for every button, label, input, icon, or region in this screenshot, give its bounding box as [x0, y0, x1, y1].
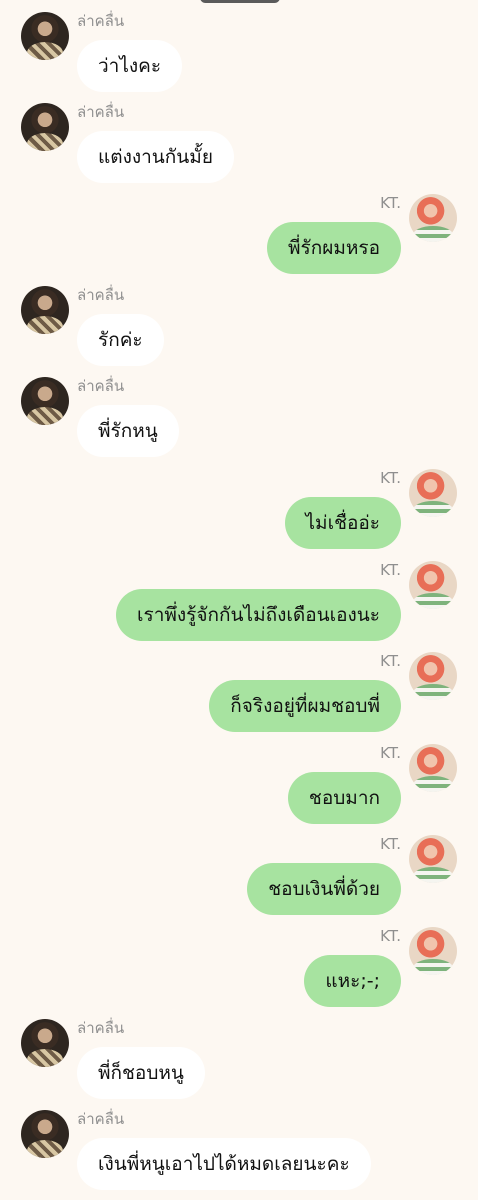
contact-avatar-left[interactable] [21, 1110, 69, 1158]
contact-avatar-right[interactable] [409, 744, 457, 792]
incoming-message-bubble[interactable]: ว่าไงคะ [77, 40, 183, 92]
sender-name-left: ล่าคลื่น [77, 1019, 125, 1037]
outgoing-message-bubble[interactable]: ไม่เชื่ออ่ะ [284, 497, 401, 549]
sender-name-left: ล่าคลื่น [77, 12, 125, 30]
contact-avatar-left[interactable] [21, 286, 69, 334]
outgoing-message-bubble[interactable]: ชอบมาก [287, 772, 401, 824]
contact-avatar-right[interactable] [409, 561, 457, 609]
sender-name-right: KT. [380, 835, 401, 853]
outgoing-message-bubble[interactable]: เราพึ่งรู้จักกันไม่ถึงเดือนเองนะ [116, 589, 401, 641]
contact-avatar-right[interactable] [409, 927, 457, 975]
sender-name-left: ล่าคลื่น [77, 286, 125, 304]
incoming-message-bubble[interactable]: แต่งงานกันมั้ย [77, 131, 234, 183]
sender-name-left: ล่าคลื่น [77, 377, 125, 395]
sender-name-right: KT. [380, 652, 401, 670]
contact-avatar-right[interactable] [409, 469, 457, 517]
contact-avatar-left[interactable] [21, 377, 69, 425]
sender-name-left: ล่าคลื่น [77, 1110, 125, 1128]
sender-name-right: KT. [380, 561, 401, 579]
incoming-message-bubble[interactable]: รักค่ะ [77, 314, 164, 366]
outgoing-message-bubble[interactable]: แหะ;-; [304, 955, 401, 1007]
contact-avatar-right[interactable] [409, 194, 457, 242]
sender-name-right: KT. [380, 744, 401, 762]
top-handle [200, 0, 280, 3]
contact-avatar-left[interactable] [21, 12, 69, 60]
incoming-message-bubble[interactable]: เงินพี่หนูเอาไปได้หมดเลยนะคะ [77, 1138, 371, 1190]
outgoing-message-bubble[interactable]: พี่รักผมหรอ [266, 222, 401, 274]
contact-avatar-right[interactable] [409, 652, 457, 700]
contact-avatar-left[interactable] [21, 103, 69, 151]
outgoing-message-bubble[interactable]: ก็จริงอยู่ที่ผมชอบพี่ [209, 680, 401, 732]
sender-name-right: KT. [380, 194, 401, 212]
incoming-message-bubble[interactable]: พี่ก็ชอบหนู [77, 1047, 205, 1099]
sender-name-right: KT. [380, 469, 401, 487]
incoming-message-bubble[interactable]: พี่รักหนู [77, 405, 179, 457]
outgoing-message-bubble[interactable]: ชอบเงินพี่ด้วย [247, 863, 401, 915]
contact-avatar-right[interactable] [409, 835, 457, 883]
sender-name-right: KT. [380, 927, 401, 945]
contact-avatar-left[interactable] [21, 1019, 69, 1067]
sender-name-left: ล่าคลื่น [77, 103, 125, 121]
